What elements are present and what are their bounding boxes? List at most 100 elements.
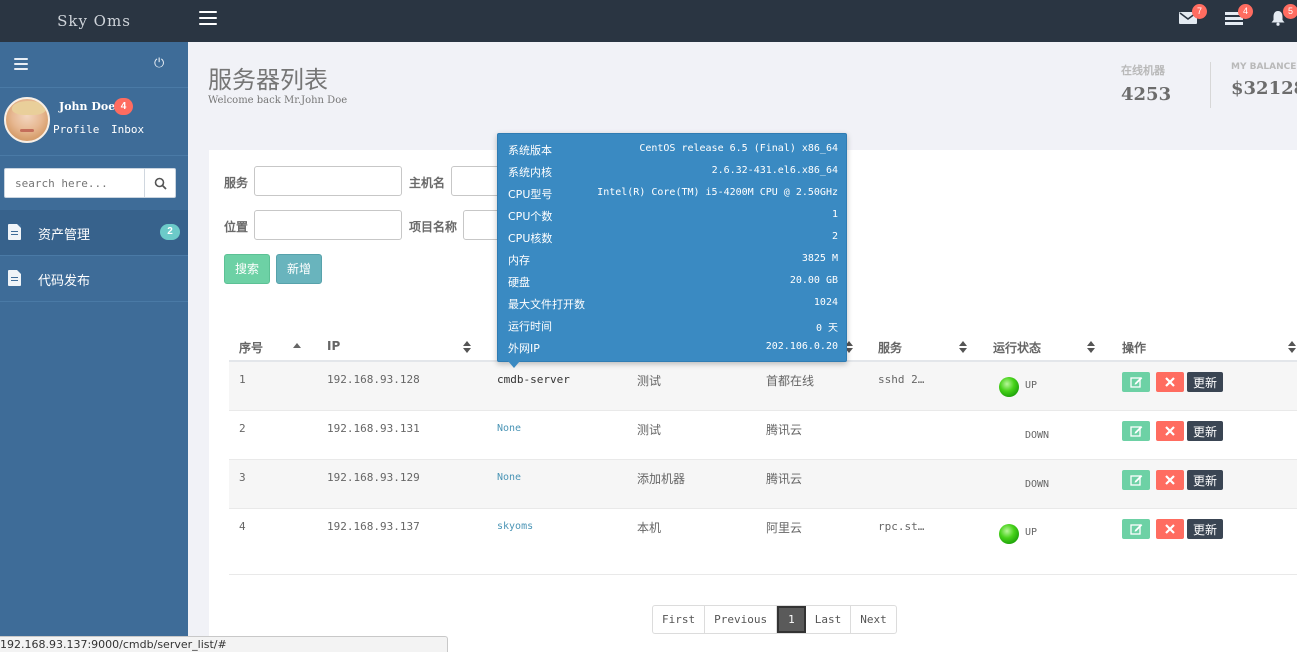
sort-icon[interactable]: [1087, 341, 1095, 353]
row-ip: 192.168.93.131: [327, 422, 420, 435]
sort-icon[interactable]: [959, 341, 967, 353]
row-ip: 192.168.93.128: [327, 373, 420, 386]
tooltip-value: 2: [831, 231, 838, 242]
user-panel: John Doe 4 Profile Inbox: [0, 88, 188, 156]
hostname-filter-label: 主机名: [409, 176, 446, 190]
tooltip-row: 系统版本 CentOS release 6.5 (Final) x86_64: [508, 142, 838, 164]
page-title: 服务器列表: [208, 66, 328, 94]
delete-button[interactable]: [1156, 421, 1184, 441]
update-button[interactable]: 更新: [1187, 372, 1223, 392]
row-project: 添加机器: [637, 472, 686, 486]
tooltip-value: 20.00 GB: [789, 275, 838, 286]
brand-logo[interactable]: Sky Oms: [0, 0, 188, 42]
edit-button[interactable]: [1122, 470, 1150, 490]
tooltip-row: CPU个数 1: [508, 208, 838, 230]
row-ip: 192.168.93.137: [327, 520, 420, 533]
sidebar-item-code-release[interactable]: 代码发布: [0, 256, 188, 302]
pagination-last[interactable]: Last: [806, 606, 852, 633]
row-status: UP: [1025, 380, 1038, 391]
tooltip-value: Intel(R) Core(TM) i5-4200M CPU @ 2.50GHz: [597, 187, 838, 198]
alerts-count-badge: 5: [1283, 4, 1297, 19]
power-icon[interactable]: ⏻: [154, 56, 164, 71]
edit-icon: [1129, 524, 1142, 535]
row-hostname-link[interactable]: skyoms: [497, 521, 533, 532]
tooltip-value: CentOS release 6.5 (Final) x86_64: [639, 143, 838, 154]
top-navbar: Sky Oms 7 4 5: [0, 0, 1297, 42]
search-button[interactable]: 搜索: [224, 254, 270, 284]
row-location: 腾讯云: [766, 423, 803, 437]
stat-label: MY BALANCE: [1231, 62, 1297, 72]
service-filter-input[interactable]: [254, 166, 402, 196]
tooltip-row: 最大文件打开数 1024: [508, 296, 838, 318]
location-filter-input[interactable]: [254, 210, 402, 240]
row-hostname-link[interactable]: None: [497, 472, 521, 483]
stat-divider: [1210, 62, 1211, 108]
status-up-icon: [999, 377, 1019, 397]
stat-label: 在线机器: [1121, 64, 1165, 77]
row-service: rpc.st…: [878, 520, 925, 533]
column-header-status[interactable]: 运行状态: [993, 339, 1041, 356]
column-header-ip[interactable]: IP: [327, 339, 340, 353]
tooltip-row: 外网IP 202.106.0.20: [508, 340, 838, 362]
edit-button[interactable]: [1122, 421, 1150, 441]
row-hostname-link[interactable]: None: [497, 423, 521, 434]
tooltip-key: 内存: [508, 254, 530, 267]
sidebar-item-asset-management[interactable]: 资产管理 2: [0, 210, 188, 256]
sort-icon[interactable]: [463, 341, 471, 353]
tooltip-value: 2.6.32-431.el6.x86_64: [711, 165, 838, 176]
inbox-link[interactable]: Inbox: [111, 123, 144, 136]
edit-button[interactable]: [1122, 372, 1150, 392]
add-button[interactable]: 新增: [276, 254, 322, 284]
sort-asc-icon[interactable]: [293, 341, 301, 353]
edit-icon: [1129, 475, 1142, 486]
pagination-previous[interactable]: Previous: [705, 606, 778, 633]
column-header-actions[interactable]: 操作: [1122, 339, 1146, 356]
sidebar-toggle-icon[interactable]: [14, 58, 28, 73]
tooltip-key: 外网IP: [508, 342, 540, 355]
tooltip-key: 最大文件打开数: [508, 298, 585, 311]
sidebar-header: ⏻: [0, 42, 188, 88]
bell-icon[interactable]: 5: [1270, 4, 1297, 26]
sort-icon[interactable]: [1288, 341, 1296, 353]
tooltip-row: 系统内核 2.6.32-431.el6.x86_64: [508, 164, 838, 186]
close-icon: [1165, 426, 1175, 436]
sidebar-item-badge: 2: [160, 224, 180, 240]
document-icon: [8, 270, 21, 286]
row-status: DOWN: [1025, 479, 1050, 490]
row-status: UP: [1025, 527, 1038, 538]
delete-button[interactable]: [1156, 519, 1184, 539]
pagination: First Previous 1 Last Next: [652, 605, 897, 634]
delete-button[interactable]: [1156, 470, 1184, 490]
row-location: 腾讯云: [766, 472, 803, 486]
avatar[interactable]: [4, 97, 50, 143]
column-header-service[interactable]: 服务: [878, 339, 902, 356]
pagination-current-page[interactable]: 1: [777, 606, 806, 633]
tooltip-row: CPU核数 2: [508, 230, 838, 252]
profile-link[interactable]: Profile: [53, 123, 99, 136]
delete-button[interactable]: [1156, 372, 1184, 392]
user-name[interactable]: John Doe: [59, 100, 115, 113]
tooltip-row: 内存 3825 M: [508, 252, 838, 274]
update-button[interactable]: 更新: [1187, 519, 1223, 539]
menu-toggle-icon[interactable]: [199, 11, 217, 27]
tooltip-value: 3825 M: [801, 253, 838, 264]
tooltip-key: CPU型号: [508, 188, 553, 201]
tooltip-key: 运行时间: [508, 320, 552, 333]
tooltip-key: CPU核数: [508, 232, 553, 245]
column-header-no[interactable]: 序号: [239, 339, 263, 356]
edit-button[interactable]: [1122, 519, 1150, 539]
tooltip-key: 系统内核: [508, 166, 552, 179]
row-hostname-link[interactable]: cmdb-server: [497, 373, 570, 386]
update-button[interactable]: 更新: [1187, 470, 1223, 490]
search-icon[interactable]: [144, 169, 175, 197]
pagination-first[interactable]: First: [653, 606, 706, 633]
server-details-tooltip: 系统版本 CentOS release 6.5 (Final) x86_64 系统…: [497, 133, 847, 368]
mail-icon[interactable]: 7: [1179, 4, 1207, 26]
update-button[interactable]: 更新: [1187, 421, 1223, 441]
tasks-icon[interactable]: 4: [1225, 4, 1253, 26]
sidebar-search-input[interactable]: [5, 169, 145, 197]
status-up-icon: [999, 524, 1019, 544]
pagination-next[interactable]: Next: [851, 606, 896, 633]
tooltip-row: CPU型号 Intel(R) Core(TM) i5-4200M CPU @ 2.…: [508, 186, 838, 208]
tooltip-key: 系统版本: [508, 144, 552, 157]
